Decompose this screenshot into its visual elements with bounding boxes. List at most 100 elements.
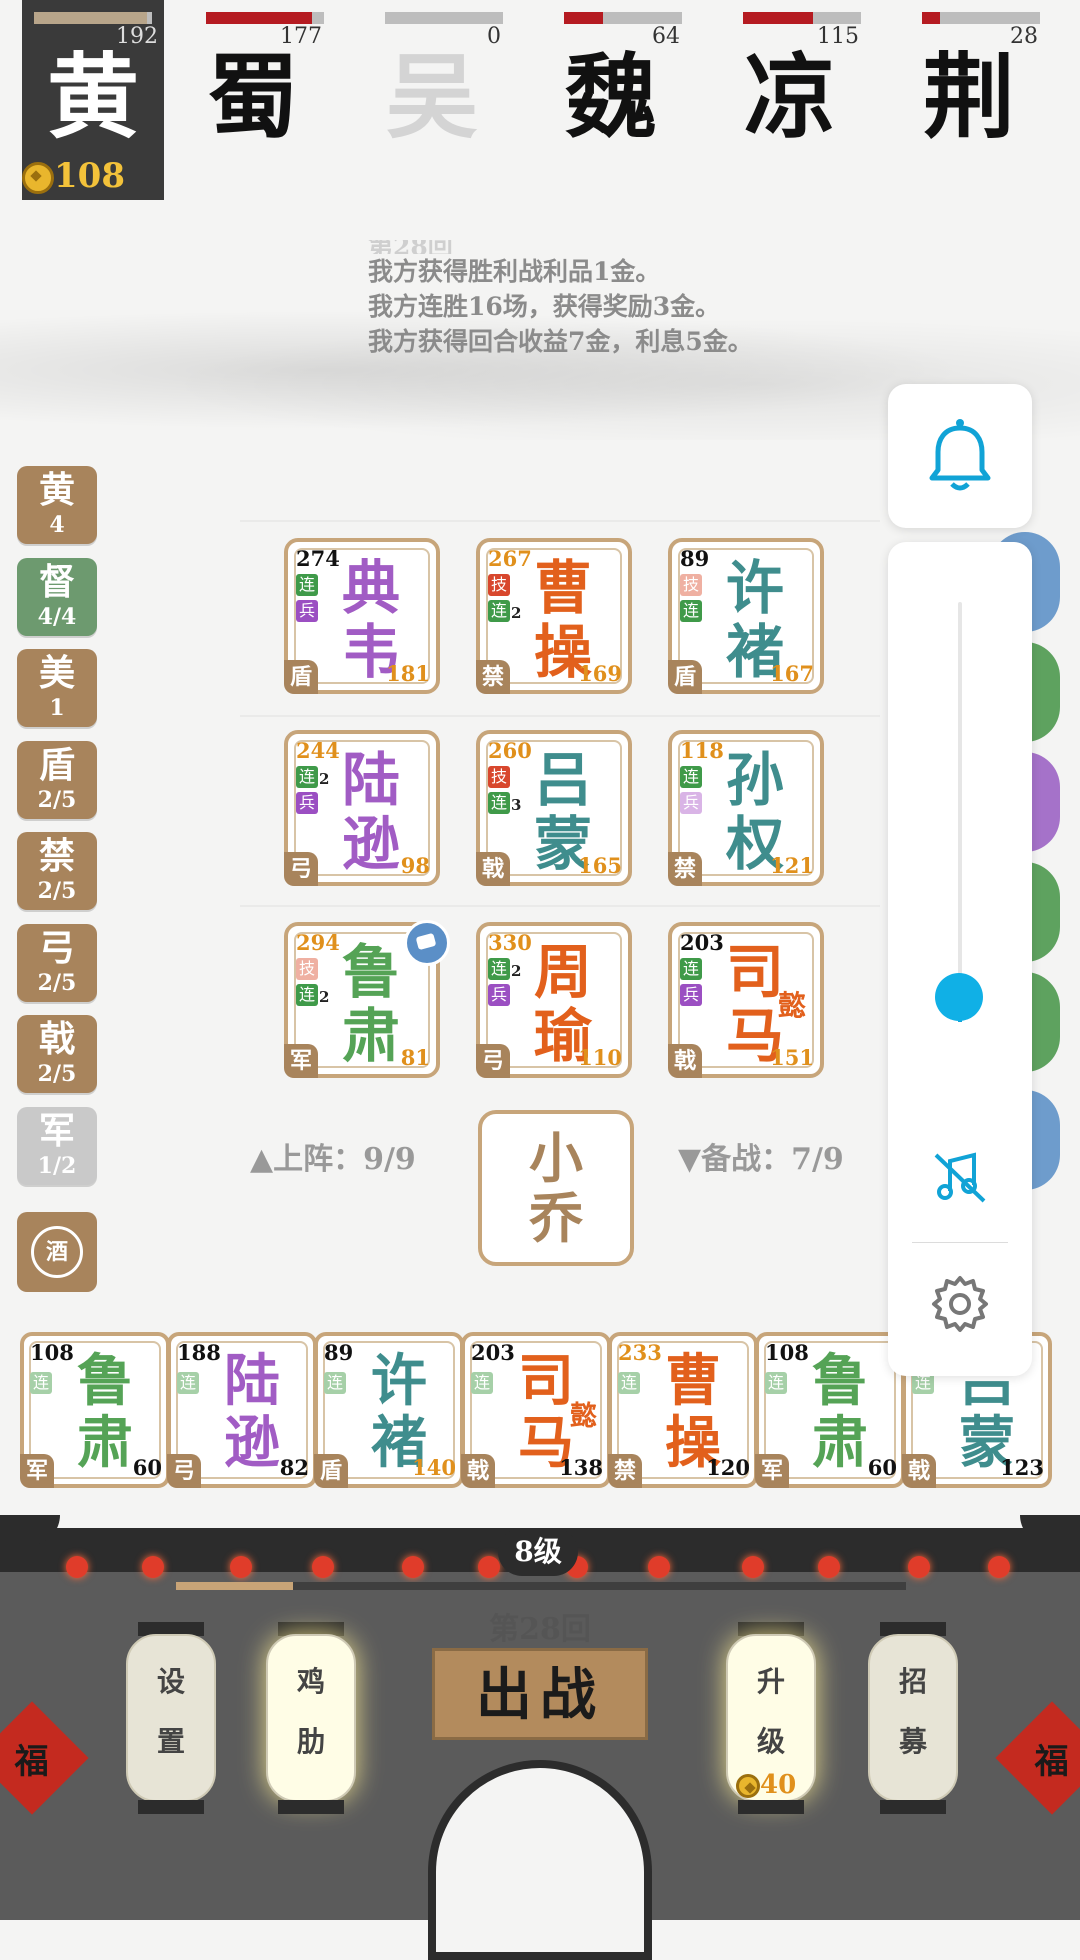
opponent-name: 凉 [743,43,836,151]
hero-card[interactable]: 244 连 2 兵陆逊 98 弓 [284,730,440,886]
trait-name: 督 [38,560,75,603]
upgrade-lantern-button[interactable]: 升级 40 [724,1622,818,1814]
bench-hero-card[interactable]: 203 连司马懿 138 戟 [461,1332,611,1488]
lantern-cap [278,1800,344,1814]
hero-card[interactable]: 89 技连许褚 167 盾 [668,538,824,694]
music-off-icon[interactable] [930,1147,990,1207]
bench-hero-name-suffix: 懿 [570,1401,597,1432]
hero-hp: 274 [296,546,340,571]
reserve-count: ▼备战：7/9 [678,1142,844,1177]
lantern-cap [138,1800,204,1814]
trait-count: 2/5 [37,786,77,813]
opponent-hp-bar [922,12,1040,24]
volume-panel [888,542,1032,1376]
trait-badge[interactable]: 禁 2/5 [17,832,97,910]
opponent-name: 蜀 [206,43,299,151]
trait-badge[interactable]: 盾 2/5 [17,740,97,819]
exp-bar [176,1582,906,1590]
hero-attack: 98 [400,853,430,878]
hero-attack: 181 [386,661,430,686]
opponent-faction[interactable]: 177 蜀 [178,0,328,200]
setting-lantern-button[interactable]: 设置 [124,1622,218,1814]
trait-tags: 连2兵 [488,958,521,1010]
lantern-cap [880,1800,946,1814]
trait-badge[interactable]: 督 4/4 [17,557,97,636]
hero-class-badge: 禁 [476,660,510,694]
trait-tag: 技 [296,958,318,980]
trait-count: 1 [49,695,65,721]
hero-card[interactable]: 118 连兵孙权 121 禁 [668,730,824,886]
trait-badge[interactable]: 黄4 [17,466,97,544]
tag-text: 连 [490,793,507,812]
trait-tags: 技连2 [296,958,329,1010]
hero-hp: 118 [680,738,724,763]
opponent-name: 荆 [922,43,1015,151]
log-line: 我方获得胜利战利品1金。 [368,257,661,286]
hero-class-badge: 禁 [668,852,702,886]
trait-badge[interactable]: 弓 2/5 [17,923,97,1002]
gear-icon[interactable] [928,1272,992,1336]
hero-name-suffix: 懿 [777,989,806,1022]
notification-button[interactable] [888,384,1032,528]
trait-tags: 技连2 [488,574,521,626]
trait-tag: 兵 [488,984,510,1006]
bench-hero-card[interactable]: 89 连许褚 140 盾 [314,1332,464,1488]
equipment-badge[interactable] [404,920,450,966]
bench-hero-card[interactable]: 188 连 陆逊 82 弓 [167,1332,317,1488]
chicken-lantern-button[interactable]: 鸡肋 [264,1622,358,1814]
wine-button[interactable]: 酒 [17,1212,97,1292]
opponent-faction[interactable]: 115 凉 [715,0,865,200]
trait-badge[interactable]: 美1 [17,649,97,727]
hero-card[interactable]: 274 连兵典韦 181 盾 [284,538,440,694]
red-lantern [988,1556,1010,1578]
trait-tag: 连 [471,1372,493,1394]
hero-card[interactable]: 267 技连 2 曹操 169 禁 [476,538,632,694]
bench-hero-class-badge: 戟 [902,1454,936,1488]
red-lantern [66,1556,88,1578]
lantern-label: 升级 [724,1652,818,1772]
trait-tag: 连 [680,958,702,980]
tag-text: 连 [682,601,699,620]
bench-hero-attack: 123 [1000,1455,1044,1480]
trait-badge[interactable]: 戟 2/5 [17,1015,97,1093]
bench-hero-class-badge: 禁 [608,1454,642,1488]
trait-tags: 连2兵 [296,766,329,818]
board-grid [240,715,880,717]
hero-class-badge: 弓 [284,852,318,886]
lantern-label-char: 级 [756,1725,785,1758]
coach-card[interactable]: 小乔 [478,1110,634,1266]
red-lantern [478,1556,500,1578]
trait-name: 弓 [38,926,75,969]
trait-count: 4/4 [37,603,77,630]
hero-class-badge: 弓 [476,1044,510,1078]
bench-hero-card[interactable]: 108 连 鲁肃 60 军 [755,1332,905,1488]
opponent-faction[interactable]: 28 荆 [894,0,1044,200]
bench-hero-card[interactable]: 233 连曹操 120 禁 [608,1332,758,1488]
hero-attack: 165 [578,853,622,878]
fight-button[interactable]: 出战 [432,1648,648,1740]
hero-class-badge: 戟 [476,852,510,886]
volume-slider-knob[interactable] [935,972,983,1021]
opponent-faction[interactable]: 64 魏 [536,0,686,200]
lantern-label-char: 鸡 [296,1665,325,1698]
red-lantern [742,1556,764,1578]
hero-card[interactable]: 330 连 2 兵周瑜 110 弓 [476,922,632,1078]
trait-badge[interactable]: 军 1/2 [17,1106,97,1185]
bench-hero-class-badge: 戟 [461,1454,495,1488]
trait-name: 禁 [38,835,75,877]
trait-tag: 兵 [680,792,702,814]
trait-tag: 连 [680,600,702,622]
hero-hp: 203 [680,930,724,955]
opponent-faction[interactable]: 0吴 [357,0,507,200]
hero-hp: 294 [296,930,340,955]
recruit-lantern-button[interactable]: 招募 [866,1622,960,1814]
opponent-name: 吴 [385,43,478,151]
hero-attack: 167 [770,661,814,686]
trait-count: 4 [49,512,65,538]
tag-text: 连 [682,959,699,978]
hero-card[interactable]: 203 连兵司马懿 151 戟 [668,922,824,1078]
trait-name: 黄 [38,469,75,511]
volume-slider-track[interactable] [958,602,962,1022]
bench-hero-card[interactable]: 108 连 鲁肃 60 军 [20,1332,170,1488]
hero-card[interactable]: 260 技连 3 吕蒙 165 戟 [476,730,632,886]
